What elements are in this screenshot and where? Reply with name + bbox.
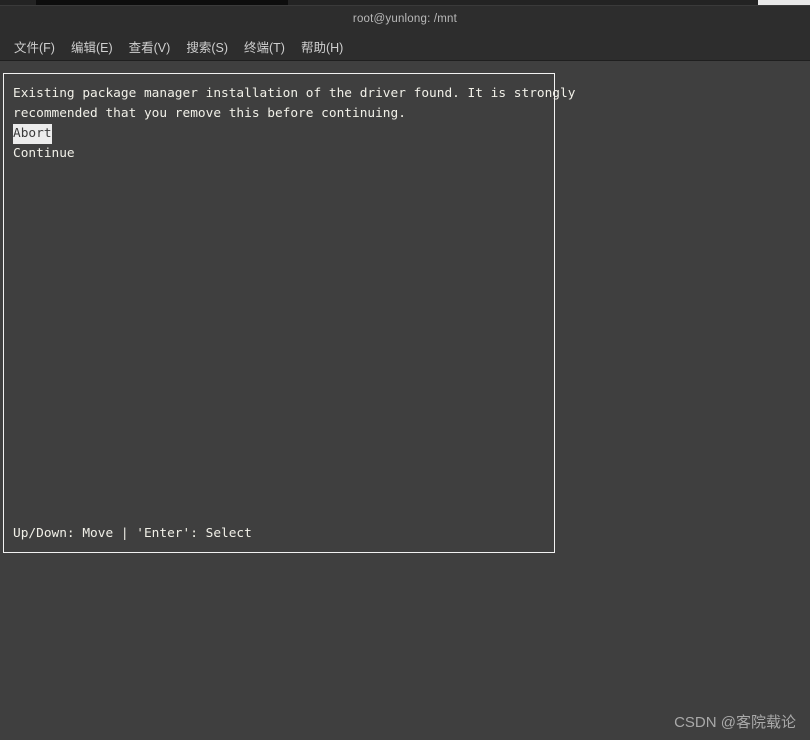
dialog-message-line-1: Existing package manager installation of…: [13, 86, 576, 101]
installer-dialog: Existing package manager installation of…: [3, 73, 576, 553]
csdn-watermark: CSDN @客院载论: [674, 714, 796, 731]
terminal-window: root@yunlong: /mnt 文件(F) 编辑(E) 查看(V) 搜索(…: [0, 0, 810, 740]
window-title: root@yunlong: /mnt: [352, 13, 458, 25]
terminal-screen[interactable]: Existing package manager installation of…: [0, 61, 810, 740]
titlebar[interactable]: root@yunlong: /mnt: [0, 5, 810, 32]
dialog-option-row-abort: Abort: [13, 124, 550, 144]
dialog-key-hint: Up/Down: Move | 'Enter': Select: [13, 526, 252, 541]
menu-item-edit[interactable]: 编辑(E): [63, 34, 121, 59]
menubar: 文件(F) 编辑(E) 查看(V) 搜索(S) 终端(T) 帮助(H): [0, 32, 810, 60]
dialog-option-abort[interactable]: Abort: [13, 124, 52, 144]
dialog-message-line-2: recommended that you remove this before …: [13, 106, 406, 121]
dialog-option-continue[interactable]: Continue: [13, 144, 75, 164]
dialog-option-row-continue: Continue: [13, 144, 550, 164]
dialog-footer: Up/Down: Move | 'Enter': Select: [13, 524, 252, 544]
menu-item-view[interactable]: 查看(V): [121, 34, 179, 59]
dialog-body: Existing package manager installation of…: [13, 84, 576, 164]
menu-item-help[interactable]: 帮助(H): [293, 34, 351, 59]
menu-item-file[interactable]: 文件(F): [6, 34, 63, 59]
menu-item-search[interactable]: 搜索(S): [178, 34, 236, 59]
menu-item-terminal[interactable]: 终端(T): [236, 34, 293, 59]
